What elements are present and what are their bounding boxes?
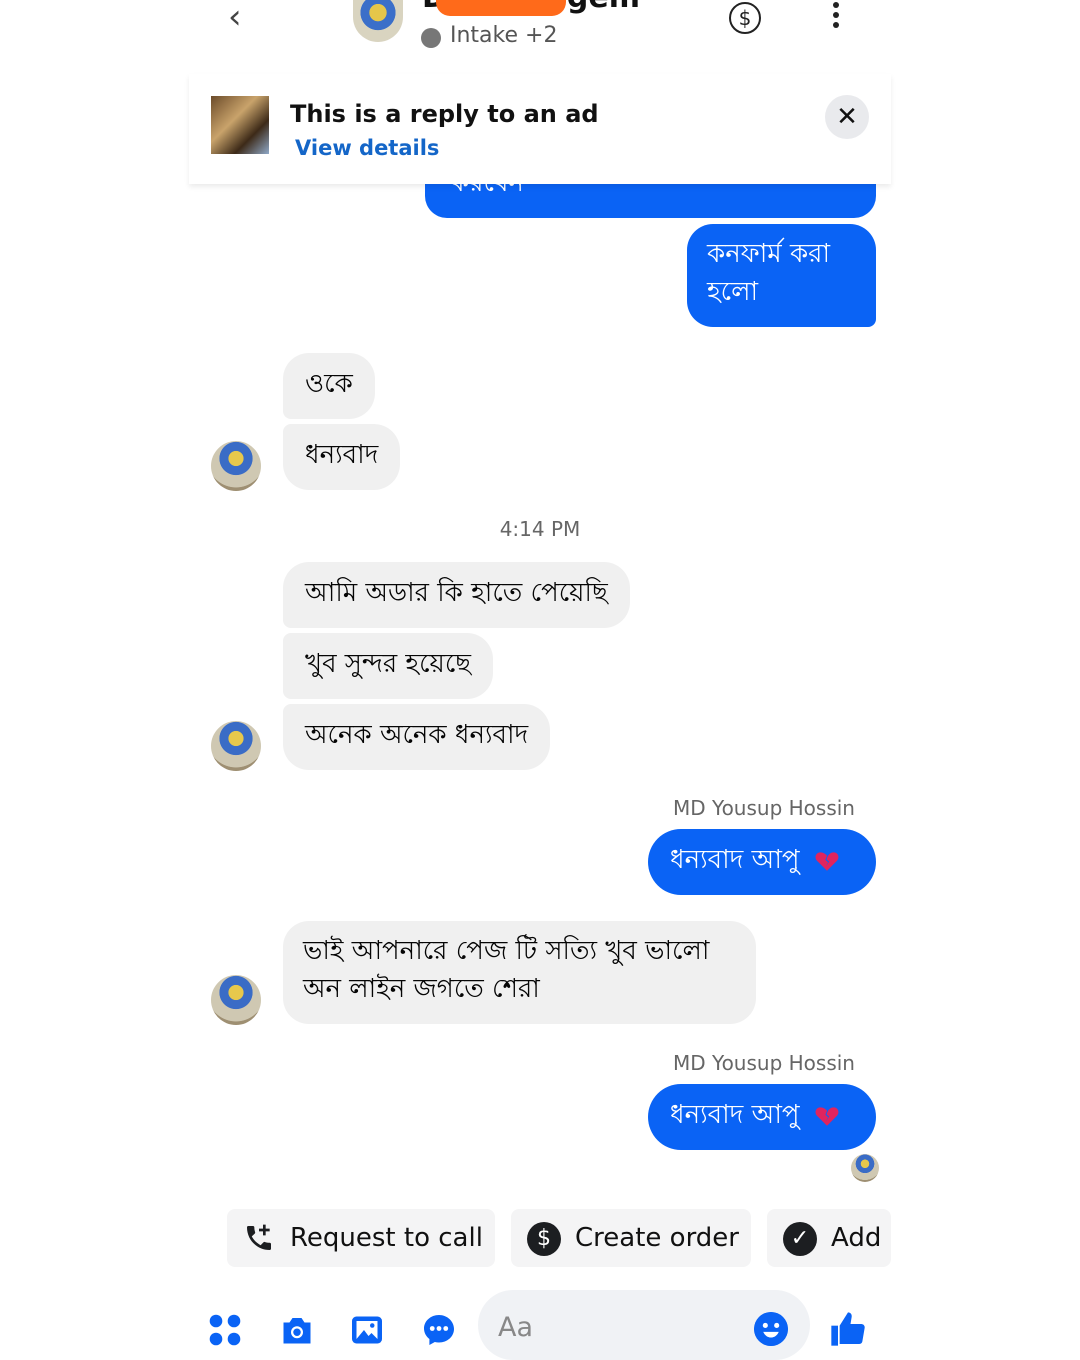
like-icon[interactable]: [828, 1309, 868, 1349]
check-circle-icon: ✓: [783, 1222, 817, 1256]
sender-avatar[interactable]: [211, 441, 261, 491]
status-label[interactable]: Intake +2: [450, 23, 557, 48]
contact-avatar[interactable]: [353, 0, 403, 42]
back-icon[interactable]: ‹: [228, 0, 256, 34]
message-text: আমি অডার কি হাতে পেয়েছি: [305, 578, 608, 608]
message-text: ধন্যবাদ আপু: [670, 1100, 800, 1130]
seen-avatar: [851, 1154, 879, 1182]
broken-heart-icon: [815, 851, 839, 871]
message-text: ওকে: [305, 369, 353, 399]
camera-icon[interactable]: [277, 1312, 317, 1348]
message-text: খুব সুন্দর হয়েছে: [305, 649, 472, 679]
message-text: কনফার্ম করা: [707, 239, 830, 269]
dollar-icon[interactable]: $: [729, 2, 761, 34]
more-icon[interactable]: [826, 2, 846, 32]
create-order-chip[interactable]: $ Create order: [511, 1209, 751, 1267]
add-chip[interactable]: ✓ Add: [767, 1209, 891, 1267]
message-text: অন লাইন জগতে শেরা: [303, 974, 540, 1004]
smile-icon[interactable]: [754, 1312, 788, 1346]
chip-label: Add: [831, 1223, 882, 1253]
banner-title: This is a reply to an ad: [290, 100, 599, 128]
sender-avatar[interactable]: [211, 975, 261, 1025]
message-outgoing[interactable]: কনফার্ম করা হলো: [687, 224, 876, 327]
ad-thumbnail[interactable]: [211, 96, 269, 154]
message-outgoing[interactable]: ধন্যবাদ আপু: [648, 1084, 876, 1150]
message-text: ধন্যবাদ: [305, 440, 379, 470]
message-incoming[interactable]: ভাই আপনারে পেজ টি সত্যি খুব ভালো অন লাইন…: [283, 921, 756, 1024]
message-placeholder: Aa: [498, 1312, 534, 1343]
gallery-icon[interactable]: [349, 1312, 385, 1348]
message-incoming[interactable]: আমি অডার কি হাতে পেয়েছি: [283, 562, 630, 628]
message-text: হলো: [707, 277, 759, 307]
message-outgoing[interactable]: ধন্যবাদ আপু: [648, 829, 876, 895]
apps-icon[interactable]: [207, 1312, 243, 1348]
view-details-link[interactable]: View details: [295, 136, 439, 160]
message-incoming[interactable]: খুব সুন্দর হয়েছে: [283, 633, 494, 699]
chip-label: Create order: [575, 1223, 739, 1253]
ad-reply-banner: This is a reply to an ad View details ✕: [189, 74, 891, 184]
message-incoming[interactable]: অনেক অনেক ধন্যবাদ: [283, 704, 551, 770]
chip-label: Request to call: [290, 1223, 483, 1253]
message-text: অনেক অনেক ধন্যবাদ: [305, 720, 529, 750]
dollar-circle-icon: $: [527, 1222, 561, 1256]
status-dot: [421, 28, 441, 48]
close-icon[interactable]: ✕: [825, 95, 869, 139]
message-incoming[interactable]: ওকে: [283, 353, 375, 419]
request-call-chip[interactable]: Request to call: [227, 1209, 495, 1267]
message-incoming[interactable]: ধন্যবাদ: [283, 424, 401, 490]
redaction-mark: [436, 0, 566, 16]
message-text: ধন্যবাদ আপু: [670, 845, 800, 875]
sender-avatar[interactable]: [211, 721, 261, 771]
broken-heart-icon: [815, 1106, 839, 1126]
sender-name: MD Yousup Hossin: [673, 796, 855, 820]
phone-plus-icon: [247, 1224, 271, 1250]
timestamp: 4:14 PM: [499, 517, 581, 541]
chat-dots-icon[interactable]: [421, 1312, 457, 1348]
message-text: ভাই আপনারে পেজ টি সত্যি খুব ভালো: [303, 936, 710, 966]
sender-name: MD Yousup Hossin: [673, 1051, 855, 1075]
